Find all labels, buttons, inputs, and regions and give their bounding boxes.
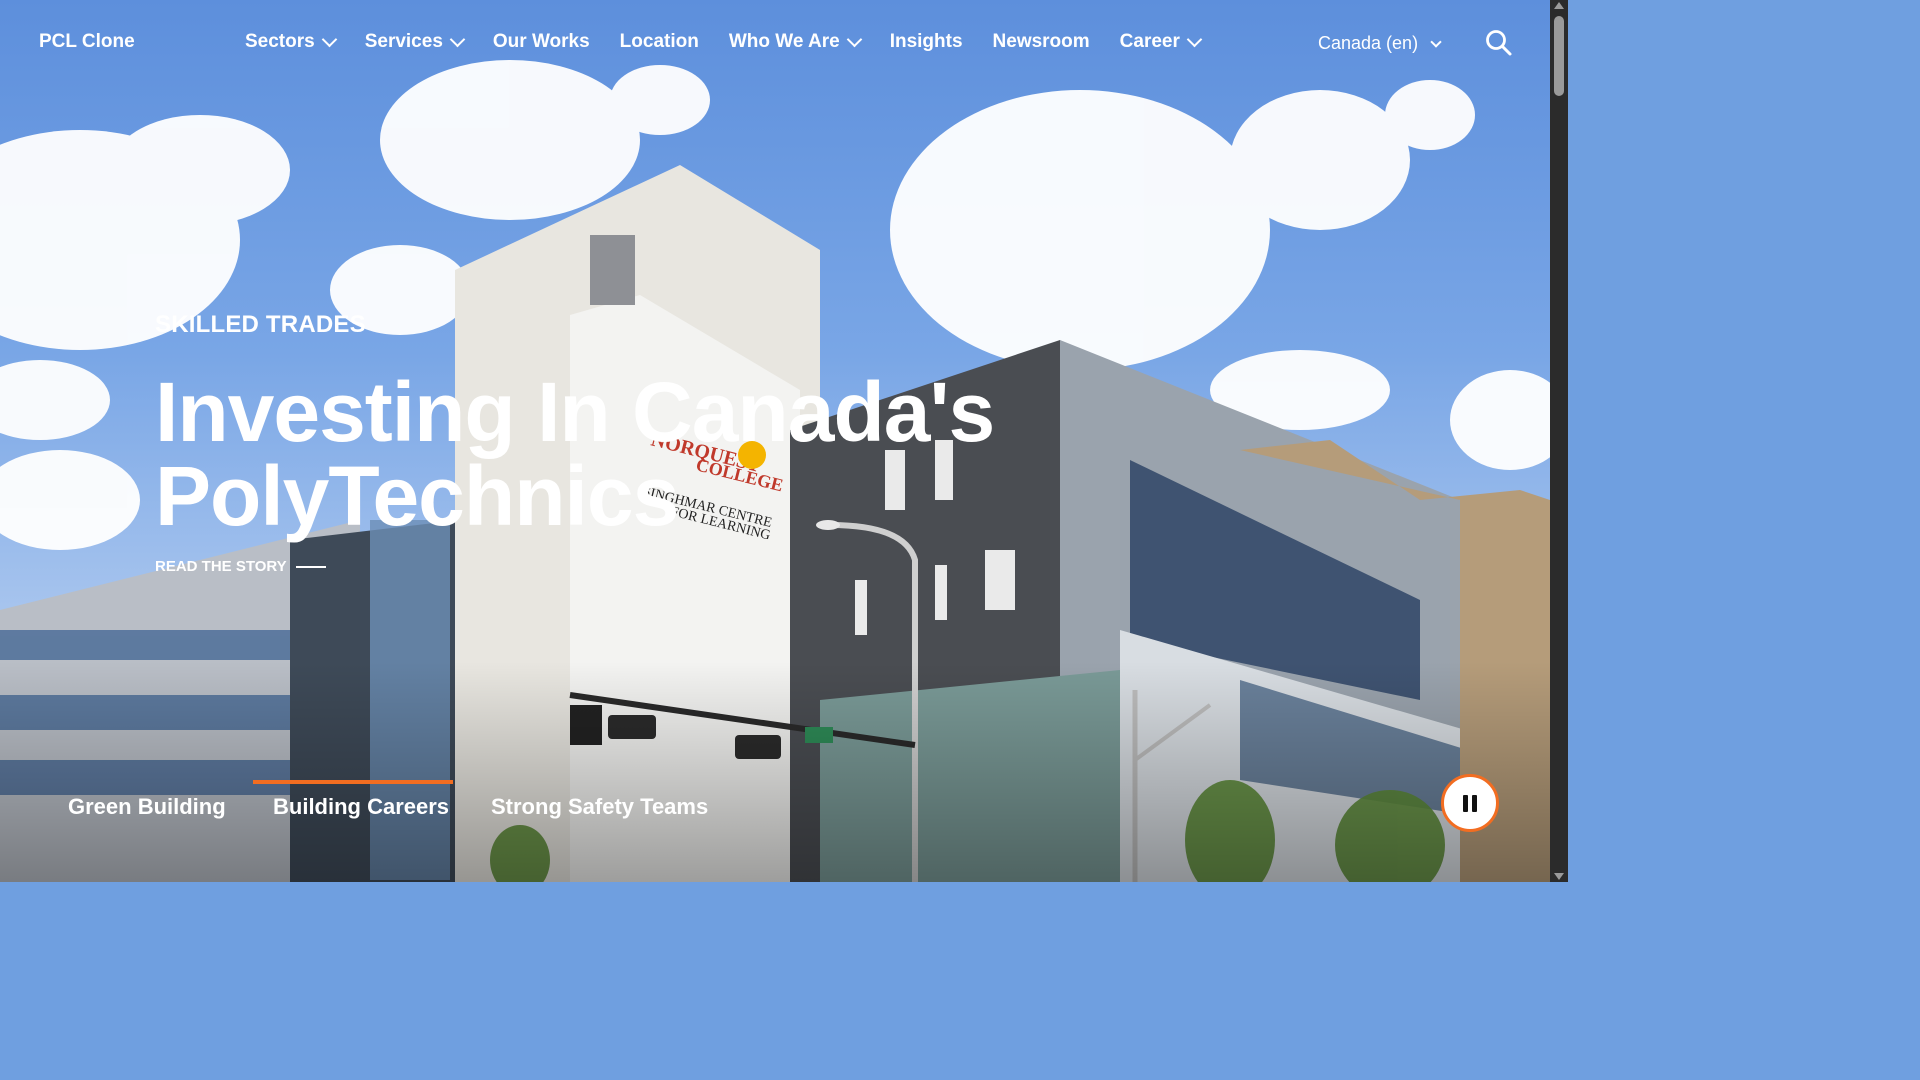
read-story-label: READ THE STORY <box>155 558 287 575</box>
tab-green-building[interactable]: Green Building <box>68 794 226 820</box>
scroll-up-arrow-icon[interactable] <box>1554 2 1564 9</box>
tab-building-careers[interactable]: Building Careers <box>273 794 449 820</box>
site-logo[interactable]: PCL Clone <box>39 31 135 53</box>
main-menu: Sectors Services Our Works Location Who … <box>245 31 1230 53</box>
arrow-line-icon <box>295 565 326 568</box>
nav-item-label: Insights <box>889 31 963 52</box>
nav-item-who-we-are[interactable]: Who We Are <box>728 31 862 53</box>
nav-item-label: Sectors <box>245 31 315 52</box>
nav-item-services[interactable]: Services <box>364 31 466 53</box>
search-icon[interactable] <box>1485 29 1513 57</box>
tab-strong-safety-teams[interactable]: Strong Safety Teams <box>491 794 708 820</box>
nav-item-insights[interactable]: Insights <box>890 31 963 53</box>
nav-item-label: Our Works <box>492 31 590 52</box>
scroll-thumb[interactable] <box>1554 16 1564 96</box>
hero-headline: Investing In Canada's PolyTechnics <box>155 370 1105 538</box>
locale-label: Canada (en) <box>1318 33 1419 53</box>
nav-item-career[interactable]: Career <box>1119 31 1203 53</box>
hero-headline-line-1: Investing In Canada's <box>155 365 995 459</box>
active-tab-indicator <box>253 780 453 784</box>
chevron-down-icon <box>321 31 337 47</box>
nav-item-label: Location <box>619 31 699 52</box>
chevron-down-icon <box>846 31 862 47</box>
top-navigation: PCL Clone Sectors Services Our Works Loc… <box>0 0 1550 86</box>
scrollbar[interactable] <box>1550 0 1568 882</box>
chevron-down-icon <box>1430 35 1442 48</box>
pause-button[interactable] <box>1441 774 1499 832</box>
nav-item-our-works[interactable]: Our Works <box>493 31 590 53</box>
nav-item-location[interactable]: Location <box>620 31 699 53</box>
nav-item-label: Career <box>1119 31 1180 52</box>
read-story-link[interactable]: READ THE STORY <box>155 558 326 575</box>
nav-item-label: Services <box>364 31 443 52</box>
pause-icon-bar <box>1472 794 1477 812</box>
locale-selector[interactable]: Canada (en) <box>1318 33 1442 54</box>
nav-item-sectors[interactable]: Sectors <box>245 31 337 53</box>
nav-item-newsroom[interactable]: Newsroom <box>993 31 1090 53</box>
scroll-down-arrow-icon[interactable] <box>1554 873 1564 880</box>
chevron-down-icon <box>1186 31 1203 47</box>
pause-icon <box>1463 794 1468 812</box>
nav-item-label: Newsroom <box>992 31 1090 52</box>
nav-item-label: Who We Are <box>728 31 840 52</box>
hero-eyebrow: SKILLED TRADES <box>155 311 366 338</box>
chevron-down-icon <box>449 31 466 47</box>
hero-headline-line-2: PolyTechnics <box>155 449 679 543</box>
